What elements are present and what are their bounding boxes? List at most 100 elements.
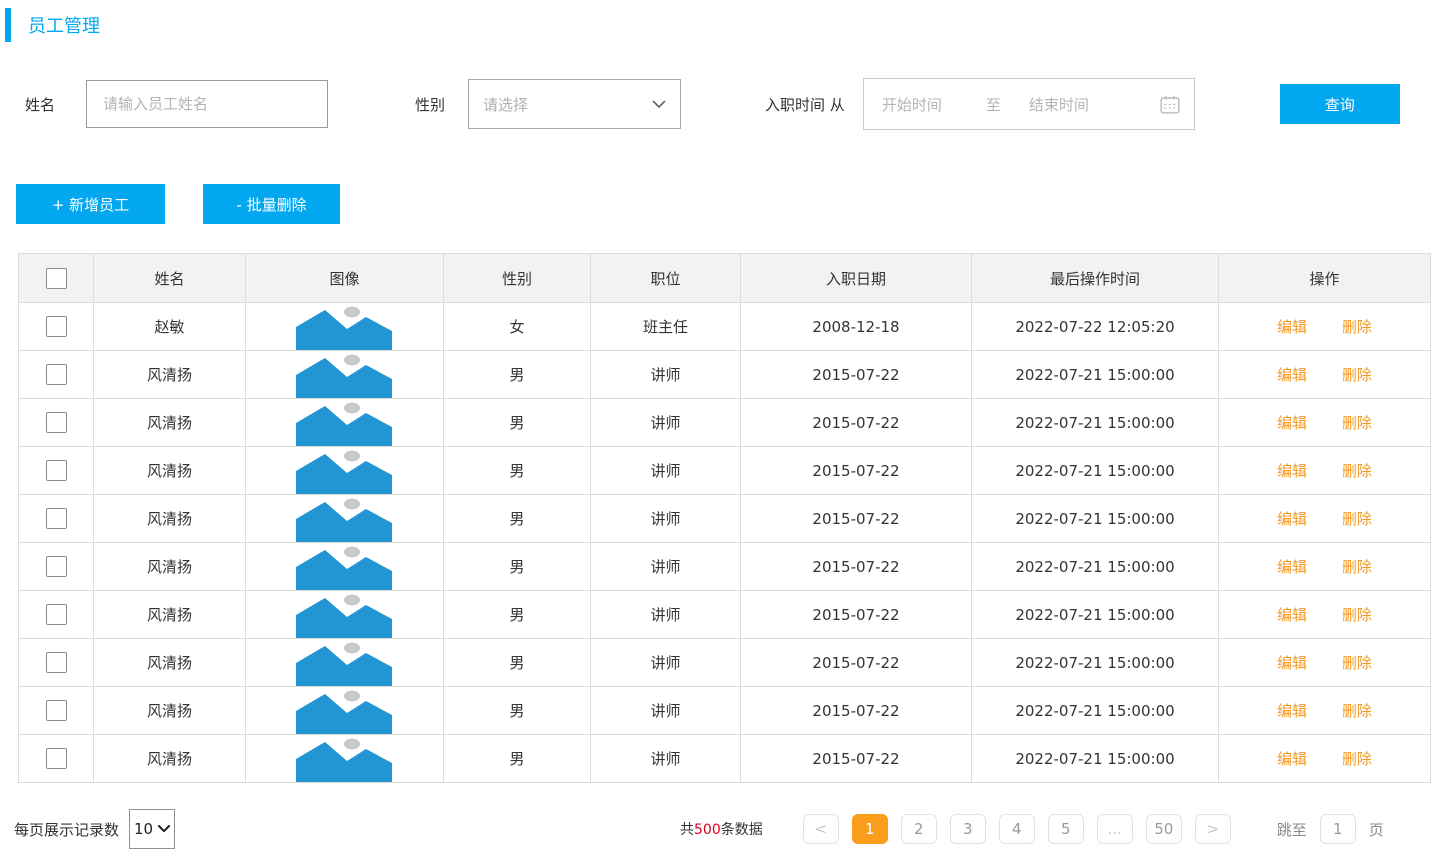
row-checkbox[interactable]	[46, 412, 67, 433]
table-row: 风清扬 男 讲师 2015-07-22 2022-07-21 15:00:00 …	[19, 591, 1431, 639]
cell-last-op-time: 2022-07-21 15:00:00	[972, 639, 1219, 687]
cell-last-op-time: 2022-07-21 15:00:00	[972, 687, 1219, 735]
table-row: 风清扬 男 讲师 2015-07-22 2022-07-21 15:00:00 …	[19, 399, 1431, 447]
cell-operations: 编辑 删除	[1219, 399, 1431, 447]
edit-link[interactable]: 编辑	[1277, 654, 1307, 672]
cell-gender: 女	[444, 303, 591, 351]
cell-name: 风清扬	[94, 639, 246, 687]
cell-gender: 男	[444, 399, 591, 447]
row-checkbox[interactable]	[46, 508, 67, 529]
page-button-2[interactable]: 2	[901, 814, 937, 844]
header-gender: 性别	[444, 254, 591, 303]
date-to-label: 至	[986, 94, 1001, 115]
cell-hire-date: 2015-07-22	[741, 687, 972, 735]
cell-image	[246, 735, 444, 783]
edit-link[interactable]: 编辑	[1277, 366, 1307, 384]
cell-gender: 男	[444, 495, 591, 543]
cell-position: 讲师	[591, 351, 741, 399]
cell-image	[246, 687, 444, 735]
page-size-select[interactable]: 10	[129, 809, 175, 849]
page-button-3[interactable]: 3	[950, 814, 986, 844]
header-image: 图像	[246, 254, 444, 303]
edit-link[interactable]: 编辑	[1277, 558, 1307, 576]
delete-link[interactable]: 删除	[1342, 702, 1372, 720]
calendar-icon[interactable]	[1160, 95, 1180, 114]
cell-name: 风清扬	[94, 543, 246, 591]
edit-link[interactable]: 编辑	[1277, 462, 1307, 480]
cell-name: 风清扬	[94, 447, 246, 495]
cell-checkbox	[19, 543, 94, 591]
query-button[interactable]: 查询	[1280, 84, 1400, 124]
row-checkbox[interactable]	[46, 748, 67, 769]
table-row: 风清扬 男 讲师 2015-07-22 2022-07-21 15:00:00 …	[19, 495, 1431, 543]
page-button-4[interactable]: 4	[999, 814, 1035, 844]
next-page-button[interactable]: >	[1195, 814, 1231, 844]
edit-link[interactable]: 编辑	[1277, 750, 1307, 768]
action-bar: + 新增员工 - 批量删除	[16, 184, 1437, 224]
total-count: 500	[694, 822, 721, 838]
page-size-label: 每页展示记录数	[14, 819, 119, 840]
row-checkbox[interactable]	[46, 364, 67, 385]
edit-link[interactable]: 编辑	[1277, 318, 1307, 336]
header-last-op-time: 最后操作时间	[972, 254, 1219, 303]
row-checkbox[interactable]	[46, 700, 67, 721]
gender-select[interactable]: 请选择	[468, 79, 681, 129]
cell-name: 赵敏	[94, 303, 246, 351]
page-size-value: 10	[134, 820, 153, 838]
total-prefix: 共	[680, 822, 694, 838]
edit-link[interactable]: 编辑	[1277, 414, 1307, 432]
table-row: 风清扬 男 讲师 2015-07-22 2022-07-21 15:00:00 …	[19, 639, 1431, 687]
delete-link[interactable]: 删除	[1342, 750, 1372, 768]
delete-link[interactable]: 删除	[1342, 606, 1372, 624]
cell-position: 讲师	[591, 447, 741, 495]
prev-page-button[interactable]: <	[803, 814, 839, 844]
page-ellipsis[interactable]: ...	[1097, 814, 1133, 844]
table-row: 赵敏 女 班主任 2008-12-18 2022-07-22 12:05:20 …	[19, 303, 1431, 351]
delete-link[interactable]: 删除	[1342, 654, 1372, 672]
table-row: 风清扬 男 讲师 2015-07-22 2022-07-21 15:00:00 …	[19, 687, 1431, 735]
delete-link[interactable]: 删除	[1342, 462, 1372, 480]
delete-link[interactable]: 删除	[1342, 414, 1372, 432]
select-all-checkbox[interactable]	[46, 268, 67, 289]
row-checkbox[interactable]	[46, 604, 67, 625]
edit-link[interactable]: 编辑	[1277, 606, 1307, 624]
cell-checkbox	[19, 687, 94, 735]
row-checkbox[interactable]	[46, 316, 67, 337]
delete-link[interactable]: 删除	[1342, 318, 1372, 336]
edit-link[interactable]: 编辑	[1277, 510, 1307, 528]
broken-image-icon	[295, 450, 395, 494]
broken-image-icon	[295, 690, 395, 734]
page-suffix-label: 页	[1369, 819, 1384, 840]
cell-operations: 编辑 删除	[1219, 351, 1431, 399]
total-count-text: 共500条数据	[680, 819, 763, 839]
table-row: 风清扬 男 讲师 2015-07-22 2022-07-21 15:00:00 …	[19, 351, 1431, 399]
name-input[interactable]	[86, 80, 328, 128]
row-checkbox[interactable]	[46, 652, 67, 673]
edit-link[interactable]: 编辑	[1277, 702, 1307, 720]
title-accent-bar	[5, 8, 11, 42]
row-checkbox[interactable]	[46, 556, 67, 577]
end-date-input[interactable]: 结束时间	[1029, 94, 1089, 115]
page-button-1[interactable]: 1	[852, 814, 888, 844]
table-header: 姓名 图像 性别 职位 入职日期 最后操作时间 操作	[19, 254, 1431, 303]
page-button-5[interactable]: 5	[1048, 814, 1084, 844]
page-title: 员工管理	[28, 12, 100, 38]
broken-image-icon	[295, 594, 395, 638]
cell-checkbox	[19, 495, 94, 543]
add-employee-button[interactable]: + 新增员工	[16, 184, 165, 224]
jump-page-input[interactable]	[1320, 814, 1356, 844]
cell-position: 讲师	[591, 543, 741, 591]
cell-image	[246, 495, 444, 543]
row-checkbox[interactable]	[46, 460, 67, 481]
header-hire-date: 入职日期	[741, 254, 972, 303]
delete-link[interactable]: 删除	[1342, 510, 1372, 528]
cell-last-op-time: 2022-07-21 15:00:00	[972, 399, 1219, 447]
page-button-50[interactable]: 50	[1146, 814, 1182, 844]
cell-hire-date: 2015-07-22	[741, 591, 972, 639]
broken-image-icon	[295, 306, 395, 350]
batch-delete-button[interactable]: - 批量删除	[203, 184, 340, 224]
start-date-input[interactable]: 开始时间	[882, 94, 942, 115]
delete-link[interactable]: 删除	[1342, 558, 1372, 576]
header-name: 姓名	[94, 254, 246, 303]
delete-link[interactable]: 删除	[1342, 366, 1372, 384]
